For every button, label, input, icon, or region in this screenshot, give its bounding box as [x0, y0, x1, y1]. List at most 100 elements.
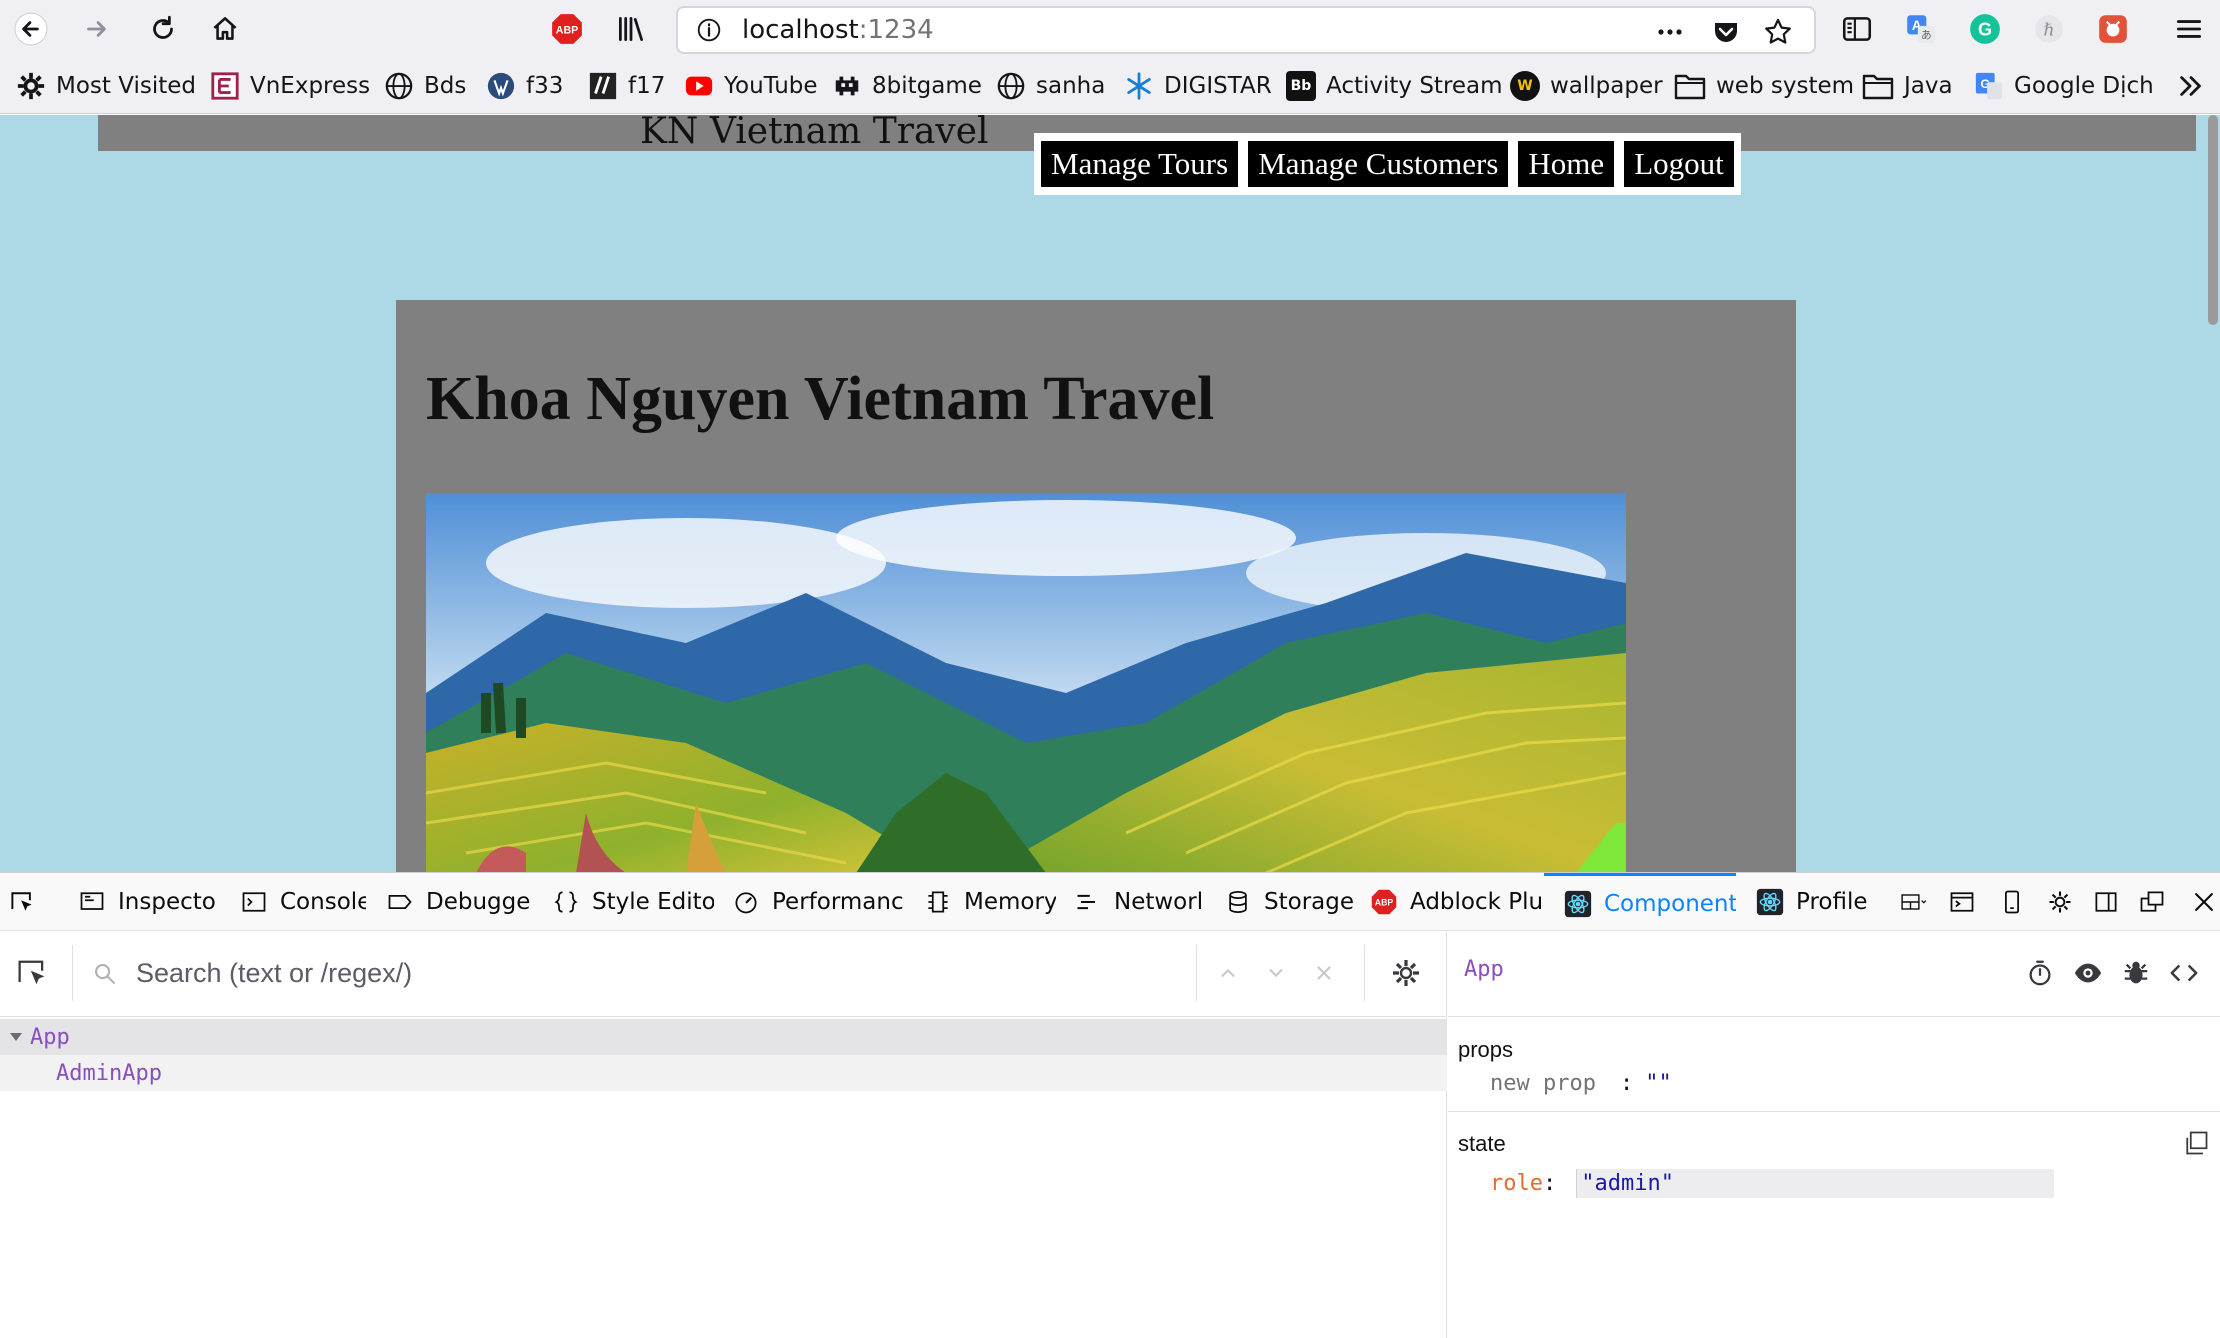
copy-state-button[interactable] — [2182, 1129, 2210, 1161]
bookmark-vnexpress[interactable]: VnExpress — [210, 70, 370, 102]
split-console-button[interactable] — [1946, 886, 1978, 918]
copy-icon — [2186, 1131, 2208, 1155]
close-devtools-button[interactable] — [2188, 886, 2220, 918]
tab-label: Style Edito — [592, 889, 714, 915]
devtools-tabbar: Inspecto Console Debugge Style Edito Per… — [0, 873, 2220, 931]
bookmark-star-button[interactable] — [1760, 14, 1796, 50]
responsive-design-button[interactable] — [1996, 886, 2028, 918]
nav-manage-tours[interactable]: Manage Tours — [1041, 141, 1239, 187]
new-prop-key[interactable]: new prop — [1490, 1071, 1596, 1096]
svg-text:ℏ: ℏ — [2044, 20, 2055, 40]
component-search-row — [0, 931, 1447, 1017]
inspect-dom-button[interactable] — [2070, 955, 2106, 991]
performance-icon — [735, 892, 757, 914]
bookmark-f17[interactable]: f17 — [588, 70, 665, 102]
caret-down-icon[interactable] — [8, 1029, 24, 1045]
extension-button[interactable]: ℏ — [2026, 6, 2072, 52]
bookmark-8bitgame[interactable]: 8bitgame — [832, 70, 982, 102]
nav-home[interactable]: Home — [1518, 141, 1615, 187]
suspend-button[interactable] — [2022, 955, 2058, 991]
settings-gear-icon[interactable] — [1390, 957, 1422, 989]
bookmark-most-visited[interactable]: Most Visited — [16, 70, 196, 102]
bookmarks-toolbar: Most Visited VnExpress Bds f33 f17 YouTu… — [0, 58, 2220, 114]
reload-button[interactable] — [140, 6, 186, 52]
bookmark-folder-web-system[interactable]: web system — [1674, 70, 1854, 102]
globe-icon — [385, 72, 413, 100]
eye-icon — [2074, 963, 2102, 983]
frames-dropdown-icon — [1901, 894, 1927, 910]
tab-console[interactable]: Console — [240, 873, 366, 931]
svg-text:G: G — [1978, 19, 1992, 39]
abp-label: ABP — [1375, 898, 1394, 908]
bookmark-wallpaper[interactable]: W wallpaper — [1510, 70, 1663, 102]
translate-extension-button[interactable]: Aあ — [1898, 6, 1944, 52]
tab-adblock-plus[interactable]: ABP Adblock Plu — [1370, 873, 1542, 931]
tree-node-adminapp[interactable]: AdminApp — [0, 1055, 1447, 1091]
chevron-down-icon[interactable] — [1262, 959, 1290, 987]
tab-profiler[interactable]: Profile — [1756, 873, 1876, 931]
grammarly-button[interactable]: G — [1962, 6, 2008, 52]
nav-manage-customers[interactable]: Manage Customers — [1248, 141, 1509, 187]
separate-window-button[interactable] — [2136, 886, 2168, 918]
tab-network[interactable]: Networl — [1074, 873, 1206, 931]
devtools-settings-button[interactable] — [2044, 886, 2076, 918]
chevron-up-icon[interactable] — [1214, 959, 1242, 987]
react-icon — [1564, 890, 1592, 917]
devtools-panel: Inspecto Console Debugge Style Edito Per… — [0, 872, 2220, 1338]
element-picker-button[interactable] — [6, 886, 38, 918]
bug-icon — [2124, 961, 2148, 984]
tab-inspector[interactable]: Inspecto — [78, 873, 218, 931]
back-button[interactable] — [8, 6, 54, 52]
reader-view-button[interactable] — [1834, 6, 1880, 52]
scrollbar-thumb[interactable] — [2208, 115, 2218, 325]
tree-node-app[interactable]: App — [0, 1019, 1447, 1055]
dock-side-button[interactable] — [2090, 886, 2122, 918]
bookmark-f33[interactable]: f33 — [486, 70, 563, 102]
clear-search-icon[interactable] — [1310, 959, 1338, 987]
tab-style-editor[interactable]: Style Edito — [552, 873, 714, 931]
new-prop-value[interactable]: "" — [1645, 1071, 1672, 1096]
bookmark-digistar[interactable]: DIGISTAR — [1124, 70, 1272, 102]
bookmark-label: YouTube — [724, 73, 818, 99]
bookmark-label: web system — [1716, 73, 1855, 99]
state-value-input[interactable]: "admin" — [1576, 1168, 2054, 1198]
bookmark-activity-stream[interactable]: Bb Activity Stream — [1286, 70, 1503, 102]
url-text[interactable]: localhost:1234 — [742, 15, 934, 45]
responsive-frames-button[interactable] — [1890, 886, 1938, 918]
bookmarks-overflow-button[interactable] — [2176, 70, 2206, 102]
page-scrollbar[interactable] — [2204, 115, 2220, 872]
section-divider — [1448, 1111, 2220, 1112]
menu-button[interactable] — [2166, 6, 2212, 52]
component-search-input[interactable] — [136, 953, 1176, 993]
bookmark-bds[interactable]: Bds — [384, 70, 466, 102]
url-bar[interactable]: localhost:1234 — [676, 6, 1816, 54]
react-devtools-extension-button[interactable] — [2090, 6, 2136, 52]
view-source-button[interactable] — [2166, 955, 2202, 991]
space-invader-icon — [835, 76, 859, 96]
bookmark-youtube[interactable]: YouTube — [684, 70, 818, 102]
bookmark-label: f17 — [628, 73, 666, 99]
bookmark-folder-java[interactable]: Java — [1862, 70, 1953, 102]
tab-storage[interactable]: Storage — [1224, 873, 1354, 931]
split-console-icon — [1950, 892, 1974, 912]
tab-debugger[interactable]: Debugge — [386, 873, 532, 931]
bookmark-label: DIGISTAR — [1164, 73, 1272, 99]
url-port: :1234 — [858, 15, 934, 45]
site-info-icon[interactable] — [694, 15, 724, 45]
bookmark-google-dich[interactable]: G Google Dịch — [1974, 70, 2154, 102]
home-button[interactable] — [202, 6, 248, 52]
library-button[interactable] — [608, 6, 654, 52]
vnexpress-icon — [211, 72, 239, 100]
forward-button[interactable] — [74, 6, 120, 52]
tab-components[interactable]: Component — [1544, 873, 1736, 931]
tab-memory[interactable]: Memory — [924, 873, 1056, 931]
pocket-button[interactable] — [1708, 14, 1744, 50]
log-to-console-button[interactable] — [2118, 955, 2154, 991]
nav-logout[interactable]: Logout — [1624, 141, 1734, 187]
bookmark-sanha[interactable]: sanha — [996, 70, 1105, 102]
tab-performance[interactable]: Performanc — [732, 873, 906, 931]
page-actions-button[interactable] — [1652, 14, 1688, 50]
new-prop-row[interactable]: new prop : "" — [1490, 1067, 1672, 1099]
adblock-button[interactable]: ABP — [544, 6, 590, 52]
select-element-button[interactable] — [14, 955, 54, 995]
